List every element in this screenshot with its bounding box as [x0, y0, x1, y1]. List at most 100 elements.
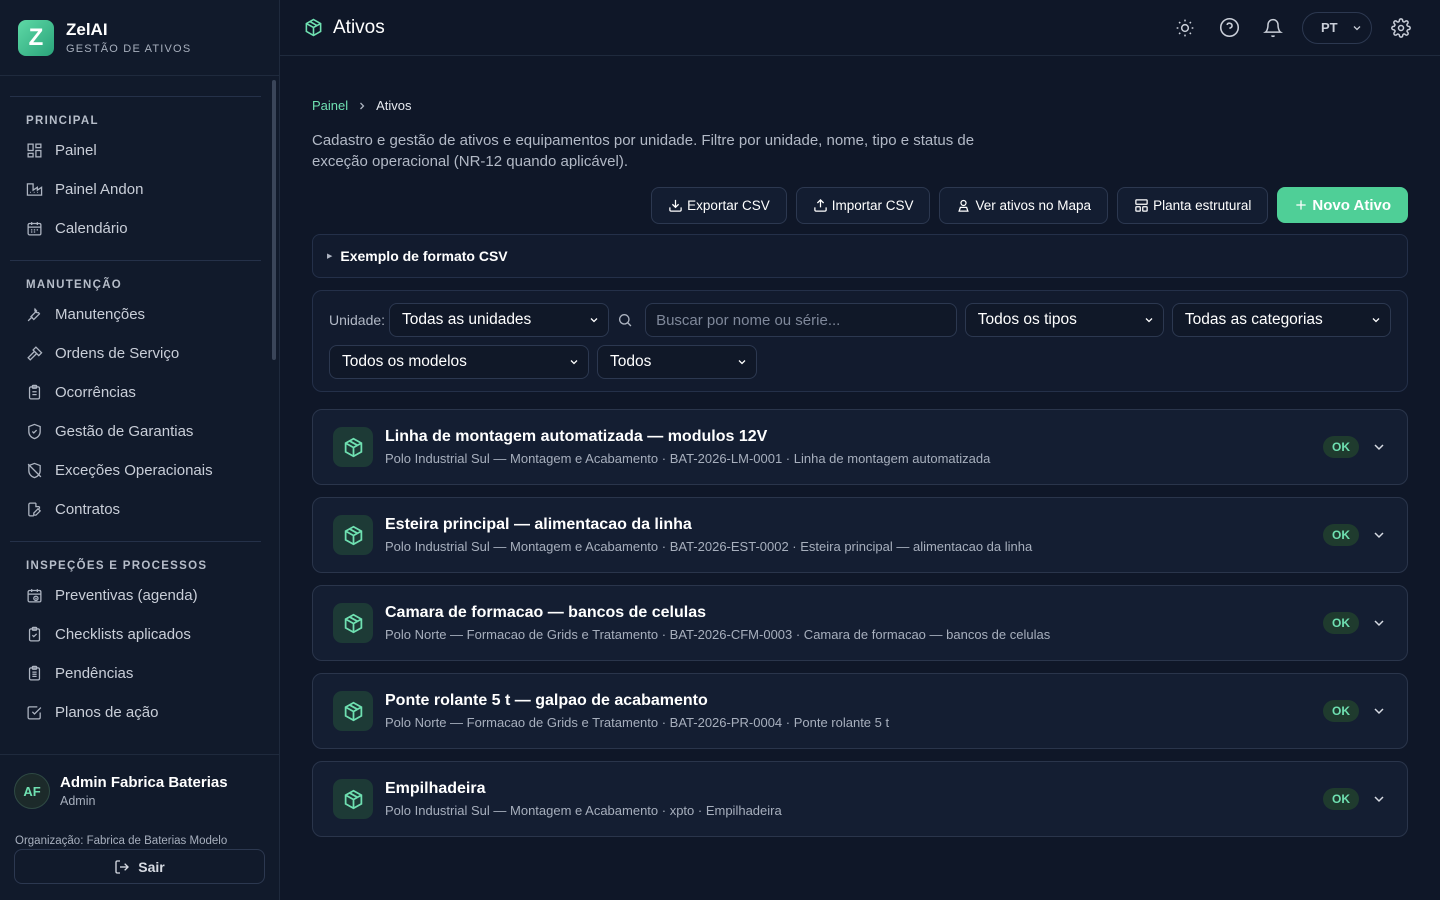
asset-row[interactable]: Linha de montagem automatizada — modulos… [312, 409, 1408, 485]
sidebar-item-contratos[interactable]: Contratos [0, 490, 279, 529]
page-description: Cadastro e gestão de ativos e equipament… [312, 132, 975, 170]
category-select[interactable]: Todas as categorias [1171, 303, 1392, 337]
sidebar-item-label: Painel Andon [55, 181, 144, 198]
page-header: Ativos [304, 17, 385, 39]
status-badge: OK [1323, 700, 1359, 722]
asset-subtitle: Polo Industrial Sul — Montagem e Acabame… [385, 539, 1033, 554]
shield-check-icon [28, 423, 41, 440]
asset-title: Empilhadeira [385, 780, 486, 797]
avatar[interactable]: AF [14, 773, 50, 809]
sidebar: Z ZelAI GESTÃO DE ATIVOS PRINCIPAL Paine… [0, 0, 280, 900]
type-select[interactable]: Todos os tipos [964, 303, 1164, 337]
sidebar-item-label: Checklists aplicados [55, 626, 191, 643]
chevron-down-icon[interactable] [1371, 615, 1387, 631]
language-select[interactable]: PT [1302, 11, 1372, 44]
file-edit-icon [28, 502, 42, 517]
theme-toggle-button[interactable] [1170, 13, 1200, 43]
chevron-down-icon [590, 318, 598, 323]
sidebar-item-manutencoes[interactable]: Manutenções [0, 295, 279, 334]
asset-title: Camara de formacao — bancos de celulas [385, 604, 707, 621]
asset-list: Linha de montagem automatizada — modulos… [312, 409, 1408, 837]
organization-label: Organização: Fabrica de Baterias Modelo [15, 835, 228, 847]
sidebar-item-painel[interactable]: Painel [0, 131, 279, 170]
asset-row[interactable]: Ponte rolante 5 t — galpao de acabamento… [312, 673, 1408, 749]
sidebar-item-ocorrencias[interactable]: Ocorrências [0, 373, 279, 412]
sidebar-item-checklists[interactable]: Checklists aplicados [0, 615, 279, 654]
sidebar-scrollbar[interactable] [272, 80, 276, 360]
sidebar-item-calendario[interactable]: Calendário [0, 209, 279, 248]
action-bar: Exportar CSV Importar CSV Ver ativos no … [312, 187, 1408, 224]
unit-select[interactable]: Todas as unidades [389, 303, 610, 337]
status-badge: OK [1323, 788, 1359, 810]
sidebar-item-painel-andon[interactable]: Painel Andon [0, 170, 279, 209]
chevron-down-icon[interactable] [1371, 791, 1387, 807]
check-square-icon [27, 706, 42, 720]
sidebar-item-label: Gestão de Garantias [55, 423, 194, 440]
topbar: Ativos PT [280, 0, 1440, 56]
gear-icon [1391, 17, 1411, 38]
status-badge: OK [1323, 612, 1359, 634]
asset-subtitle: Polo Industrial Sul — Montagem e Acabame… [385, 803, 782, 818]
box-icon [333, 603, 373, 643]
chevron-down-icon[interactable] [1371, 527, 1387, 543]
structural-plan-button[interactable]: Planta estrutural [1117, 187, 1269, 224]
sidebar-item-ordens-de-servico[interactable]: Ordens de Serviço [0, 334, 279, 373]
sidebar-item-excecoes-operacionais[interactable]: Exceções Operacionais [0, 451, 279, 490]
notifications-button[interactable] [1258, 13, 1288, 43]
asset-title: Ponte rolante 5 t — galpao de acabamento [385, 692, 708, 709]
search-input[interactable]: Buscar por nome ou série... [645, 303, 957, 337]
sidebar-item-gestao-de-garantias[interactable]: Gestão de Garantias [0, 412, 279, 451]
clipboard-list-icon [28, 665, 41, 681]
wrench-icon [27, 307, 41, 322]
status-badge: OK [1323, 436, 1359, 458]
box-icon [333, 427, 373, 467]
chevron-down-icon[interactable] [1371, 439, 1387, 455]
brand-logo: Z [18, 19, 54, 56]
unit-filter-label: Unidade: [329, 312, 386, 328]
disclosure-triangle-icon: ▶ [327, 253, 333, 260]
asset-row[interactable]: Esteira principal — alimentacao da linha… [312, 497, 1408, 573]
sidebar-item-label: Ordens de Serviço [55, 345, 180, 362]
breadcrumb-home-link[interactable]: Painel [312, 98, 348, 113]
box-icon [333, 515, 373, 555]
sidebar-item-label: Exceções Operacionais [55, 462, 213, 479]
chevron-down-icon [738, 360, 746, 365]
page-title: Ativos [333, 16, 385, 38]
asset-row[interactable]: Empilhadeira Polo Industrial Sul — Monta… [312, 761, 1408, 837]
user-area: AF Admin Fabrica Baterias Admin Organiza… [0, 754, 279, 900]
sidebar-item-preventivas[interactable]: Preventivas (agenda) [0, 576, 279, 615]
help-button[interactable] [1214, 13, 1244, 43]
settings-button[interactable] [1386, 13, 1416, 43]
logout-button[interactable]: Sair [14, 849, 265, 884]
export-csv-label: Exportar CSV [687, 198, 770, 213]
upload-icon [813, 198, 827, 212]
sidebar-item-pendencias[interactable]: Pendências [0, 654, 279, 693]
logout-label: Sair [138, 858, 165, 875]
calendar-icon [27, 222, 42, 236]
view-map-button[interactable]: Ver ativos no Mapa [939, 187, 1109, 224]
new-asset-button[interactable]: Novo Ativo [1277, 187, 1408, 223]
sidebar-item-label: Contratos [55, 501, 121, 518]
hammer-icon [27, 346, 43, 361]
status-select[interactable]: Todos [597, 345, 757, 379]
sidebar-item-planos-de-acao[interactable]: Planos de ação [0, 693, 279, 732]
sun-icon [1176, 19, 1194, 36]
chevron-down-icon [1353, 25, 1361, 30]
breadcrumb-current: Ativos [376, 98, 412, 113]
shield-off-icon [27, 462, 42, 479]
export-csv-button[interactable]: Exportar CSV [651, 187, 787, 224]
new-asset-label: Novo Ativo [1312, 196, 1391, 214]
clipboard-check-icon [28, 626, 41, 642]
csv-example-toggle[interactable]: ▶ Exemplo de formato CSV [312, 234, 1408, 278]
chevron-down-icon[interactable] [1371, 703, 1387, 719]
clipboard-icon [28, 384, 41, 400]
category-select-value: Todas as categorias [1184, 311, 1323, 328]
sidebar-item-label: Planos de ação [55, 704, 159, 721]
asset-row[interactable]: Camara de formacao — bancos de celulas P… [312, 585, 1408, 661]
view-map-label: Ver ativos no Mapa [975, 198, 1092, 213]
nav-section-principal: PRINCIPAL [26, 115, 99, 127]
model-select[interactable]: Todos os modelos [329, 345, 589, 379]
import-csv-button[interactable]: Importar CSV [795, 187, 931, 224]
user-name: Admin Fabrica Baterias [60, 774, 228, 791]
user-role: Admin [60, 794, 96, 808]
